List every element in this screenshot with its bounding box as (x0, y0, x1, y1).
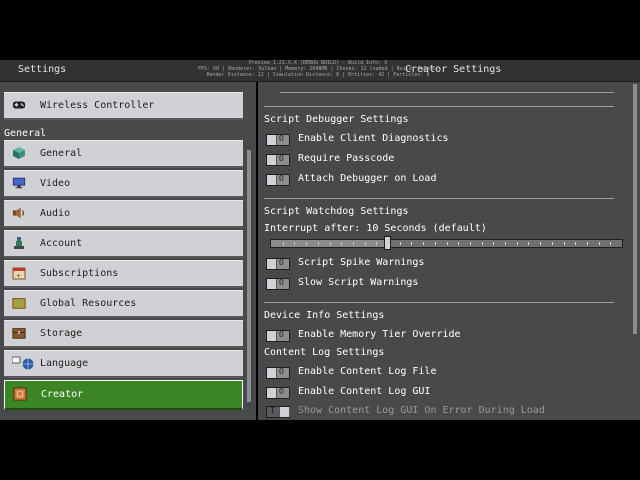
slider-tick (353, 242, 354, 245)
sidebar-item-audio[interactable]: Audio (4, 200, 243, 228)
divider (264, 198, 614, 199)
debug-line: Render Distance: 12 | Simulation Distanc… (206, 72, 430, 78)
sidebar-item-label: Account (40, 238, 83, 249)
toggle-switch[interactable]: O (266, 367, 290, 379)
calendar-icon: + (12, 266, 26, 280)
slider-tick (330, 242, 331, 245)
toggle-label: Script Spike Warnings (298, 257, 425, 268)
creator-icon (13, 387, 27, 401)
sidebar-item-label: Wireless Controller (40, 100, 155, 111)
slider-tick (482, 242, 483, 245)
divider (280, 92, 614, 93)
cube-icon (12, 146, 26, 160)
slider-tick (540, 242, 541, 245)
chest-icon (12, 326, 26, 340)
slider-tick (528, 242, 529, 245)
sidebar-item-language[interactable]: Language (4, 350, 243, 378)
heading-script-debugger: Script Debugger Settings (264, 114, 409, 125)
sidebar-item-subscriptions[interactable]: + Subscriptions (4, 260, 243, 288)
heading-device-info: Device Info Settings (264, 310, 385, 321)
divider (264, 106, 614, 107)
heading-content-log: Content Log Settings (264, 347, 385, 358)
toggle-label: Enable Content Log GUI (298, 386, 431, 397)
toggle-switch[interactable]: O (266, 258, 290, 270)
sidebar-item-label: Audio (40, 208, 71, 219)
settings-title: Settings (18, 64, 67, 75)
toggle-switch[interactable]: O (266, 278, 290, 290)
slider-tick (517, 242, 518, 245)
slider-tick (423, 242, 424, 245)
sidebar-item-global-resources[interactable]: Global Resources (4, 290, 243, 318)
divider (264, 302, 614, 303)
slider-tick (365, 242, 366, 245)
toggle-switch[interactable]: O (266, 330, 290, 342)
sidebar-item-account[interactable]: Account (4, 230, 243, 258)
package-icon (12, 296, 26, 310)
sidebar-item-video[interactable]: Video (4, 170, 243, 198)
sidebar-item-label: Subscriptions (40, 268, 119, 279)
slider-tick (610, 242, 611, 245)
toggle-label: Attach Debugger on Load (298, 173, 437, 184)
interrupt-label: Interrupt after: 10 Seconds (default) (264, 223, 487, 234)
slider-tick (447, 242, 448, 245)
sidebar-item-label: Global Resources (40, 298, 137, 309)
sidebar-item-label: Storage (40, 328, 83, 339)
heading-script-watchdog: Script Watchdog Settings (264, 206, 409, 217)
section-label-general: General (4, 128, 47, 139)
sidebar-item-storage[interactable]: Storage (4, 320, 243, 348)
slider-tick (552, 242, 553, 245)
sidebar-item-label: Language (40, 358, 89, 369)
interrupt-slider[interactable] (270, 239, 623, 248)
globe-icon (12, 356, 36, 370)
slider-tick (341, 242, 342, 245)
toggle-label: Enable Content Log File (298, 366, 437, 377)
person-icon (12, 236, 26, 250)
toggle-switch[interactable]: O (266, 134, 290, 146)
slider-tick (493, 242, 494, 245)
sidebar-item-wireless-controller[interactable]: Wireless Controller (4, 92, 243, 120)
toggle-label: Enable Memory Tier Override (298, 329, 461, 340)
sidebar-item-label: Video (40, 178, 71, 189)
slider-thumb[interactable] (384, 236, 391, 250)
slider-tick (587, 242, 588, 245)
slider-tick (505, 242, 506, 245)
slider-tick (564, 242, 565, 245)
toggle-switch[interactable]: I (266, 406, 290, 418)
toggle-label: Enable Client Diagnostics (298, 133, 449, 144)
toggle-label: Slow Script Warnings (298, 277, 419, 288)
toggle-label: Show Content Log GUI On Error During Loa… (298, 405, 545, 416)
sidebar-item-creator[interactable]: Creator (4, 380, 243, 410)
speaker-icon (12, 206, 26, 220)
slider-tick (400, 242, 401, 245)
slider-tick (599, 242, 600, 245)
slider-tick (376, 242, 377, 245)
toggle-label: Require Passcode (298, 153, 395, 164)
slider-tick (318, 242, 319, 245)
sidebar-scrollbar[interactable] (247, 150, 251, 402)
slider-tick (435, 242, 436, 245)
slider-tick (283, 242, 284, 245)
sidebar-item-label: Creator (41, 389, 84, 400)
gamepad-icon (12, 98, 26, 112)
sidebar-item-label: General (40, 148, 83, 159)
sidebar-item-general[interactable]: General (4, 140, 243, 168)
toggle-switch[interactable]: O (266, 174, 290, 186)
slider-tick (458, 242, 459, 245)
toggle-switch[interactable]: O (266, 387, 290, 399)
svg-text:+: + (16, 273, 21, 280)
slider-tick (306, 242, 307, 245)
toggle-switch[interactable]: O (266, 154, 290, 166)
slider-tick (470, 242, 471, 245)
slider-tick (411, 242, 412, 245)
content-scrollbar[interactable] (633, 84, 637, 334)
slider-tick (575, 242, 576, 245)
debug-overlay: Preview 1.21.X.X (DEBUG BUILD) - Build I… (198, 60, 438, 78)
monitor-icon (12, 176, 26, 190)
slider-tick (294, 242, 295, 245)
